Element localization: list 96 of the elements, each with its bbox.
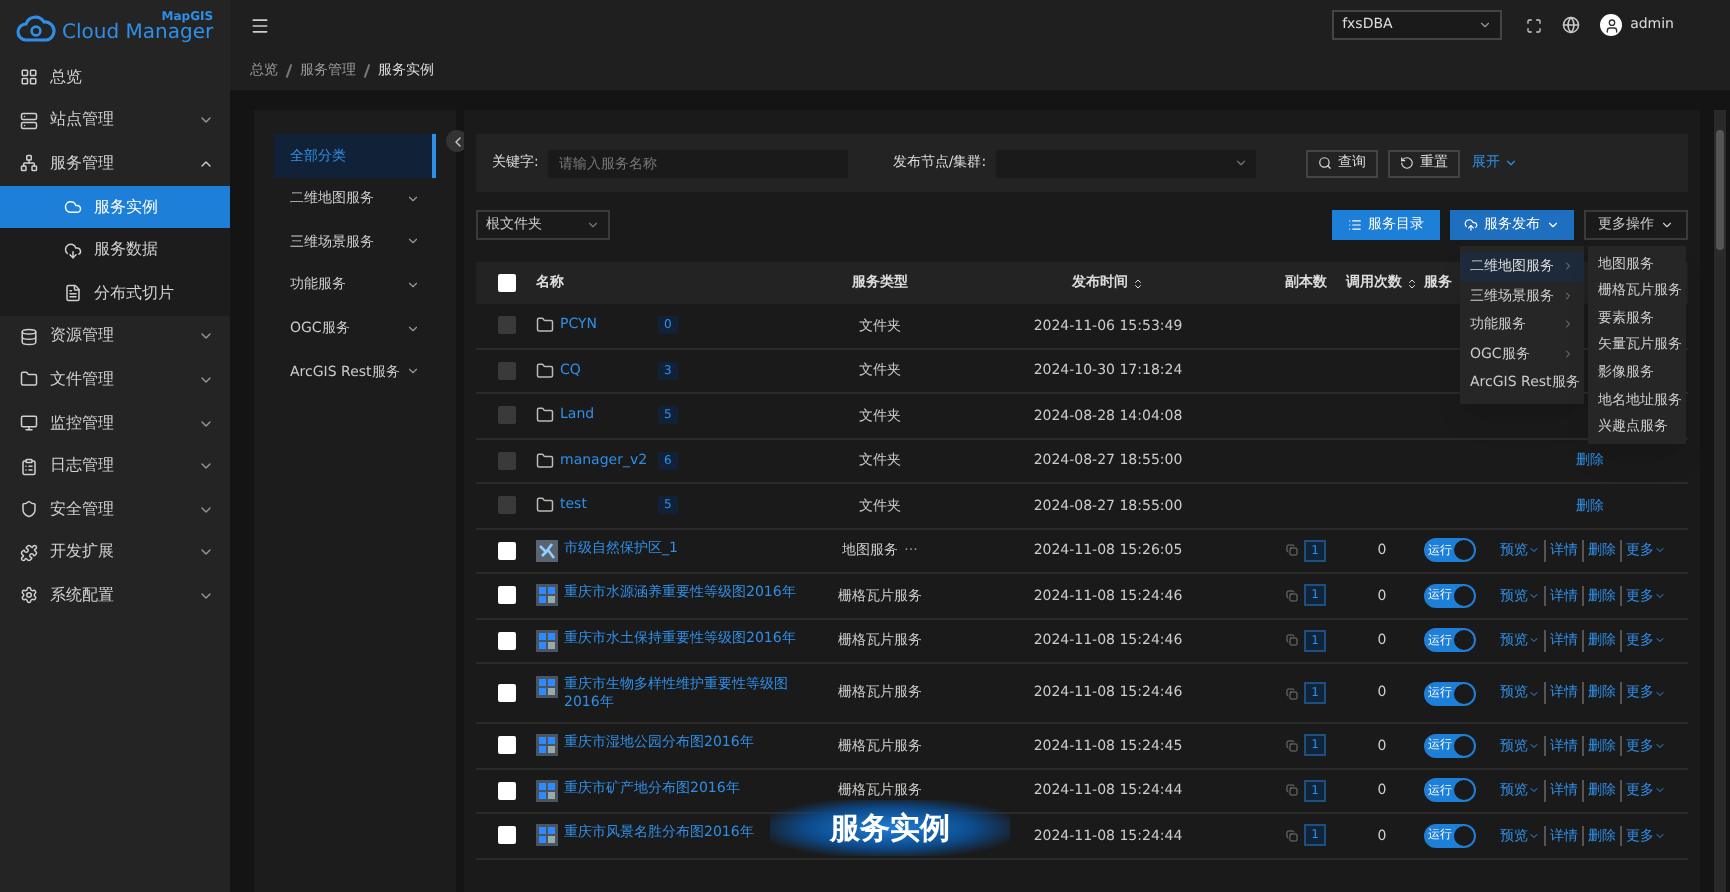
- folder-icon: [536, 316, 554, 335]
- grid-icon: [20, 68, 38, 87]
- chevron-down-icon: [1234, 156, 1249, 170]
- gear-icon: [20, 586, 38, 605]
- chevron-down-icon: [1654, 784, 1666, 797]
- checkbox[interactable]: [497, 781, 515, 800]
- chevron-down-icon: [1654, 544, 1666, 557]
- sidebar-item[interactable]: 服务数据: [0, 228, 230, 272]
- product-name: Cloud Manager: [62, 24, 214, 44]
- replica-icon: [1285, 687, 1298, 699]
- grid-tiles-icon: [536, 629, 558, 652]
- chevron-down-icon: [1654, 589, 1666, 602]
- replica-icon: [1285, 784, 1298, 797]
- grid-tiles-icon: [536, 675, 558, 697]
- clipboard-icon: [20, 457, 38, 476]
- chevron-down-icon: [1528, 589, 1540, 602]
- chevron-right-icon: [1562, 289, 1574, 302]
- chevron-down-icon: [406, 364, 420, 379]
- list-icon: [1348, 218, 1362, 232]
- sidebar-item[interactable]: 监控管理: [0, 401, 230, 445]
- user-icon: [1603, 17, 1620, 33]
- monitor-icon: [20, 414, 38, 433]
- caption-banner: 服务实例: [770, 800, 1010, 856]
- cloud-upload-icon: [1464, 218, 1478, 232]
- chevron-down-icon: [406, 191, 420, 206]
- server-icon: [20, 111, 38, 130]
- chevron-down-icon: [1528, 687, 1540, 699]
- grid-tiles-icon: [536, 584, 558, 607]
- cloud-icon: [64, 198, 82, 217]
- chevron-down-icon: [1528, 634, 1540, 647]
- grid-tiles-icon: [536, 779, 558, 802]
- fullscreen-icon[interactable]: [1526, 17, 1543, 33]
- folder-icon: [536, 361, 554, 380]
- cloud-gear-logo-icon: [16, 14, 56, 42]
- chevron-down-icon: [1660, 218, 1674, 232]
- database-icon: [20, 327, 38, 346]
- chevron-down-icon: [406, 234, 420, 249]
- chevron-down-icon: [1528, 739, 1540, 752]
- chevron-down-icon: [586, 218, 600, 232]
- sidebar-item[interactable]: 日志管理: [0, 444, 230, 488]
- chevron-down-icon: [1478, 18, 1493, 32]
- chevron-down-icon: [1504, 156, 1519, 170]
- checkbox[interactable]: [497, 684, 515, 702]
- menu-icon: [250, 15, 270, 35]
- scrollbar-thumb[interactable]: [1716, 130, 1724, 250]
- folder-icon: [536, 496, 554, 515]
- chevron-right-icon: [1562, 318, 1574, 331]
- checkbox[interactable]: [497, 586, 515, 605]
- folder-icon: [536, 451, 554, 470]
- sidebar-item[interactable]: 服务管理: [0, 142, 230, 186]
- sidebar-item[interactable]: 站点管理: [0, 99, 230, 143]
- replica-icon: [1285, 829, 1298, 842]
- chevron-down-icon: [1654, 634, 1666, 647]
- folder-icon: [536, 406, 554, 425]
- checkbox[interactable]: [497, 274, 515, 292]
- chevron-down-icon: [406, 278, 420, 293]
- chevron-down-icon: [1528, 784, 1540, 797]
- avatar-icon[interactable]: [1600, 14, 1623, 36]
- sidebar-item[interactable]: 资源管理: [0, 315, 230, 359]
- folder-icon: [20, 370, 38, 389]
- sidebar-item[interactable]: 开发扩展: [0, 531, 230, 575]
- chevron-down-icon: [1546, 218, 1560, 232]
- file-icon: [64, 284, 82, 303]
- search-icon: [1318, 156, 1333, 170]
- chevron-down-icon: [1654, 687, 1666, 699]
- network-icon: [20, 154, 38, 173]
- checkbox[interactable]: [497, 826, 515, 845]
- checkbox[interactable]: [497, 631, 515, 650]
- menu-toggle-button[interactable]: [250, 15, 270, 35]
- grid-tiles-icon: [536, 824, 558, 847]
- reset-icon: [1400, 156, 1415, 170]
- sidebar-item[interactable]: 分布式切片: [0, 271, 230, 316]
- chevron-down-icon: [1528, 829, 1540, 842]
- replica-icon: [1285, 739, 1298, 752]
- cloud-download-icon: [64, 241, 82, 260]
- shield-icon: [20, 500, 38, 519]
- sidebar-item[interactable]: 总览: [0, 56, 230, 100]
- replica-icon: [1285, 634, 1298, 647]
- sidebar-item[interactable]: 文件管理: [0, 358, 230, 402]
- checkbox[interactable]: [497, 541, 515, 560]
- replica-icon: [1285, 544, 1298, 557]
- sidebar-item[interactable]: 服务实例: [0, 185, 230, 229]
- chevron-down-icon: [406, 321, 420, 336]
- sidebar-item[interactable]: 安全管理: [0, 487, 230, 532]
- replica-icon: [1285, 589, 1298, 602]
- sidebar-item[interactable]: 系统配置: [0, 574, 230, 618]
- node-cluster-select[interactable]: [996, 149, 1257, 177]
- checkbox[interactable]: [497, 736, 515, 755]
- chevron-down-icon: [1654, 829, 1666, 842]
- chevron-right-icon: [1562, 260, 1574, 273]
- chevron-right-icon: [1562, 347, 1574, 360]
- chevron-down-icon: [1654, 739, 1666, 752]
- puzzle-icon: [20, 543, 38, 562]
- chevron-down-icon: [1528, 544, 1540, 557]
- grid-tiles-icon: [536, 734, 558, 757]
- globe-icon[interactable]: [1562, 16, 1581, 34]
